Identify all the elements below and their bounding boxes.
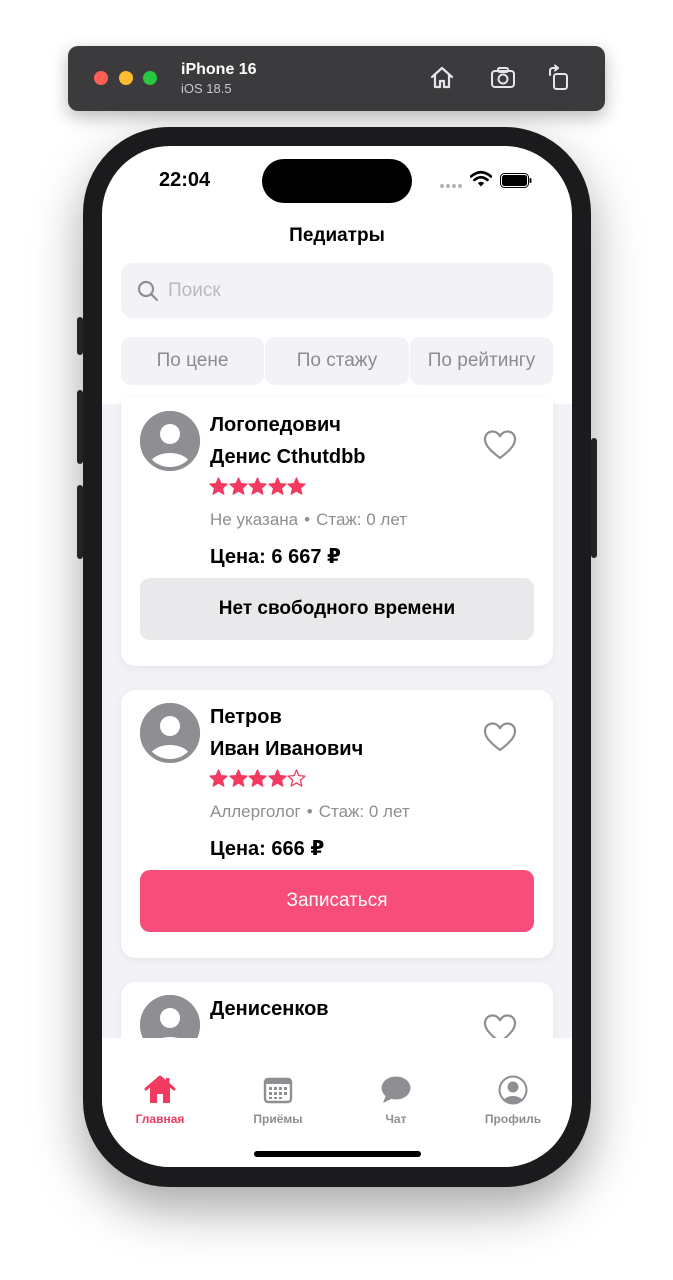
doctor-experience: Стаж: 0 лет (316, 510, 407, 529)
doctor-price: Цена: 6 667 ₽ (210, 546, 341, 568)
doctor-meta: Не указана • Стаж: 0 лет (210, 510, 407, 530)
doctor-first-name: Иван Иванович (210, 738, 364, 760)
sort-by-experience-button[interactable]: По стажу (265, 337, 409, 385)
tab-appointments[interactable]: Приёмы (228, 1074, 328, 1134)
window-zoom-button[interactable] (143, 71, 157, 85)
home-icon (144, 1075, 176, 1103)
star-filled-icon (267, 769, 287, 788)
simulator-screenshot-button[interactable] (489, 64, 517, 92)
sort-by-price-button[interactable]: По цене (121, 337, 264, 385)
meta-separator: • (304, 510, 311, 529)
person-avatar-icon (140, 411, 200, 471)
avatar (140, 411, 200, 471)
doctor-last-name: Денисенков (210, 998, 329, 1020)
doctor-experience: Стаж: 0 лет (318, 802, 410, 821)
home-indicator (254, 1151, 421, 1157)
favorite-button[interactable] (483, 721, 517, 753)
doctor-specialty: Аллерголог (210, 802, 301, 821)
search-input[interactable] (168, 263, 538, 318)
tab-home-label: Главная (135, 1112, 185, 1126)
tab-chat-label: Чат (385, 1112, 407, 1126)
no-available-time-button[interactable]: Нет свободного времени (140, 578, 534, 640)
star-filled-icon (248, 769, 267, 788)
star-filled-icon (248, 477, 267, 496)
screenshot-icon (491, 67, 515, 88)
avatar (140, 703, 200, 763)
wifi-icon (470, 170, 492, 187)
status-time: 22:04 (159, 169, 211, 191)
page-title: Педиатры (289, 225, 385, 246)
doctor-last-name: Логопедович (210, 414, 341, 436)
simulator-rotate-button[interactable] (545, 64, 573, 92)
calendar-icon (263, 1077, 293, 1104)
tab-bar: Главная Приёмы Чат Профиль (102, 1038, 572, 1167)
doctor-last-name: Петров (210, 706, 282, 728)
doctor-specialty: Не указана (210, 510, 299, 529)
star-filled-icon (209, 769, 228, 788)
tab-chat[interactable]: Чат (346, 1074, 446, 1134)
tab-home[interactable]: Главная (110, 1074, 210, 1134)
doctor-card[interactable]: Логопедович Денис Cthutdbb Не указана • Ст… (121, 398, 553, 666)
simulator-device-name: iPhone 16 (181, 61, 257, 78)
dynamic-island (262, 159, 412, 203)
profile-icon (498, 1075, 528, 1105)
doctor-first-name: Денис Cthutdbb (210, 446, 366, 468)
doctor-price: Цена: 666 ₽ (210, 838, 325, 860)
meta-separator: • (306, 802, 313, 821)
book-appointment-button[interactable]: Записаться (140, 870, 534, 932)
star-filled-icon (228, 477, 248, 496)
home-icon (430, 66, 454, 89)
window-close-button[interactable] (94, 71, 108, 85)
person-avatar-icon (140, 703, 200, 763)
search-bar[interactable] (121, 263, 553, 318)
star-filled-icon (287, 477, 306, 496)
power-button (591, 438, 597, 558)
heart-outline-icon (483, 722, 517, 752)
doctor-meta: Аллерголог • Стаж: 0 лет (210, 802, 410, 822)
tab-profile-label: Профиль (484, 1112, 542, 1126)
window-minimize-button[interactable] (119, 71, 133, 85)
tab-profile[interactable]: Профиль (463, 1074, 563, 1134)
favorite-button[interactable] (483, 429, 517, 461)
rotate-icon (549, 64, 568, 90)
doctor-card[interactable]: Петров Иван Иванович Аллерголог • Стаж: 0 … (121, 690, 553, 958)
search-icon (137, 280, 159, 302)
star-filled-icon (209, 477, 228, 496)
simulator-os-version: iOS 18.5 (181, 81, 232, 96)
cellular-signal-icon (440, 184, 464, 188)
star-filled-icon (267, 477, 287, 496)
chat-bubble-icon (381, 1076, 411, 1103)
phone-screen: 22:04 Педиатры По цене По стажу По рейти… (102, 146, 572, 1167)
rating-stars (209, 769, 307, 791)
battery-icon (500, 173, 532, 188)
star-filled-icon (228, 769, 248, 788)
tab-appointments-label: Приёмы (253, 1112, 303, 1126)
heart-outline-icon (483, 430, 517, 460)
simulator-home-button[interactable] (428, 64, 456, 92)
rating-stars (209, 477, 307, 499)
star-empty-icon (287, 769, 306, 788)
sort-by-rating-button[interactable]: По рейтингу (410, 337, 553, 385)
